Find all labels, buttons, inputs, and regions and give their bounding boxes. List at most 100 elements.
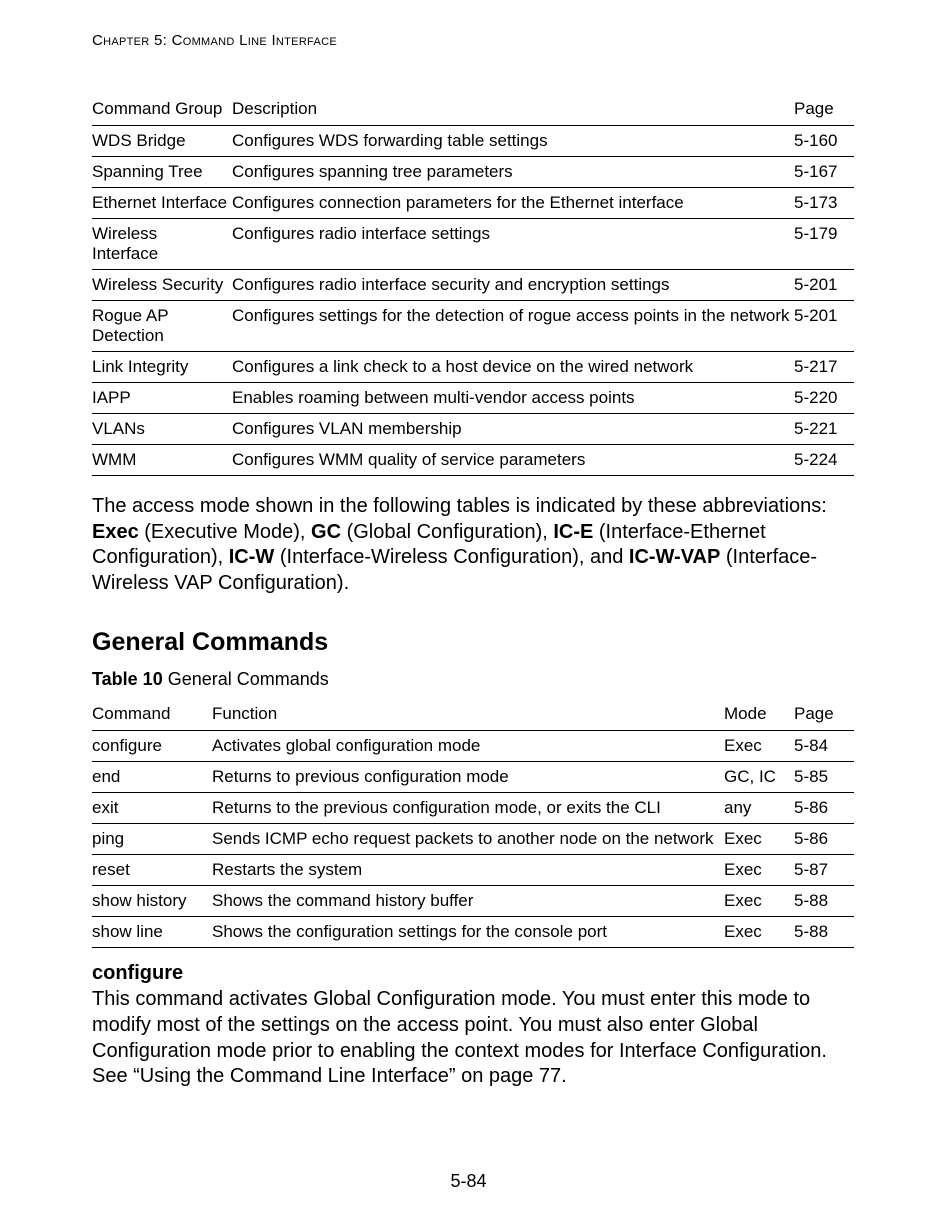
table-row: Ethernet InterfaceConfigures connection … (92, 188, 854, 219)
table-row: VLANsConfigures VLAN membership5-221 (92, 414, 854, 445)
cell-page: 5-201 (794, 301, 854, 352)
text: (Interface-Wireless Configuration), and (274, 546, 629, 568)
general-commands-table: Command Function Mode Page configureActi… (92, 700, 854, 947)
table-row: Rogue AP DetectionConfigures settings fo… (92, 301, 854, 352)
section-heading-general-commands: General Commands (92, 628, 854, 657)
table-row: exitReturns to the previous configuratio… (92, 793, 854, 824)
cell-function: Returns to the previous configuration mo… (212, 793, 724, 824)
cell-command: reset (92, 855, 212, 886)
command-group-table: Command Group Description Page WDS Bridg… (92, 95, 854, 475)
cell-page: 5-86 (794, 824, 854, 855)
cell-command-group: WMM (92, 445, 232, 476)
table-row: WMMConfigures WMM quality of service par… (92, 445, 854, 476)
cell-description: Configures spanning tree parameters (232, 157, 794, 188)
text: (Global Configuration), (341, 521, 553, 543)
cell-page: 5-220 (794, 383, 854, 414)
cell-function: Activates global configuration mode (212, 731, 724, 762)
subhead-configure: configure (92, 962, 854, 985)
table-row: WDS BridgeConfigures WDS forwarding tabl… (92, 126, 854, 157)
cell-mode: GC, IC (724, 762, 794, 793)
cell-mode: Exec (724, 824, 794, 855)
abbr-gc: GC (311, 521, 341, 543)
table-row: resetRestarts the systemExec5-87 (92, 855, 854, 886)
cell-command: show line (92, 917, 212, 948)
cell-command-group: WDS Bridge (92, 126, 232, 157)
cell-command-group: VLANs (92, 414, 232, 445)
caption-label: Table 10 (92, 669, 163, 689)
abbr-exec: Exec (92, 521, 139, 543)
access-mode-paragraph: The access mode shown in the following t… (92, 494, 854, 596)
table-row: Link IntegrityConfigures a link check to… (92, 352, 854, 383)
cell-description: Configures connection parameters for the… (232, 188, 794, 219)
cell-command-group: Wireless Security (92, 270, 232, 301)
cell-description: Configures radio interface security and … (232, 270, 794, 301)
cell-description: Configures radio interface settings (232, 219, 794, 270)
cell-function: Shows the configuration settings for the… (212, 917, 724, 948)
cell-mode: Exec (724, 886, 794, 917)
cell-command-group: Wireless Interface (92, 219, 232, 270)
table-rule (92, 947, 854, 948)
cell-page: 5-173 (794, 188, 854, 219)
table-rule (92, 475, 854, 476)
table-row: endReturns to previous configuration mod… (92, 762, 854, 793)
table-row: Wireless InterfaceConfigures radio inter… (92, 219, 854, 270)
table-row: configureActivates global configuration … (92, 731, 854, 762)
cell-description: Configures settings for the detection of… (232, 301, 794, 352)
cell-command-group: IAPP (92, 383, 232, 414)
cell-description: Enables roaming between multi-vendor acc… (232, 383, 794, 414)
cell-mode: Exec (724, 731, 794, 762)
cell-page: 5-88 (794, 886, 854, 917)
cell-function: Returns to previous configuration mode (212, 762, 724, 793)
cell-command: exit (92, 793, 212, 824)
th-function: Function (212, 700, 724, 731)
abbr-ic-e: IC-E (553, 521, 593, 543)
cell-function: Restarts the system (212, 855, 724, 886)
cell-page: 5-201 (794, 270, 854, 301)
table-row: IAPPEnables roaming between multi-vendor… (92, 383, 854, 414)
text: (Executive Mode), (139, 521, 311, 543)
configure-paragraph: This command activates Global Configurat… (92, 987, 854, 1089)
page-number: 5-84 (0, 1171, 937, 1192)
cell-page: 5-86 (794, 793, 854, 824)
cell-command-group: Link Integrity (92, 352, 232, 383)
cell-mode: Exec (724, 917, 794, 948)
cell-page: 5-85 (794, 762, 854, 793)
cell-function: Sends ICMP echo request packets to anoth… (212, 824, 724, 855)
cell-page: 5-84 (794, 731, 854, 762)
cell-command-group: Ethernet Interface (92, 188, 232, 219)
th-description: Description (232, 95, 794, 126)
cell-command: end (92, 762, 212, 793)
cell-page: 5-88 (794, 917, 854, 948)
cell-page: 5-160 (794, 126, 854, 157)
table-row: Wireless SecurityConfigures radio interf… (92, 270, 854, 301)
cell-command-group: Spanning Tree (92, 157, 232, 188)
cell-page: 5-221 (794, 414, 854, 445)
cell-description: Configures WDS forwarding table settings (232, 126, 794, 157)
table-row: pingSends ICMP echo request packets to a… (92, 824, 854, 855)
th-mode: Mode (724, 700, 794, 731)
cell-page: 5-179 (794, 219, 854, 270)
cell-mode: Exec (724, 855, 794, 886)
cell-description: Configures VLAN membership (232, 414, 794, 445)
th-page: Page (794, 95, 854, 126)
cell-page: 5-167 (794, 157, 854, 188)
text: The access mode shown in the following t… (92, 495, 827, 517)
cell-page: 5-224 (794, 445, 854, 476)
cell-command: show history (92, 886, 212, 917)
th-command-group: Command Group (92, 95, 232, 126)
cell-description: Configures WMM quality of service parame… (232, 445, 794, 476)
cell-command-group: Rogue AP Detection (92, 301, 232, 352)
cell-page: 5-87 (794, 855, 854, 886)
running-head: Chapter 5: Command Line Interface (92, 32, 854, 49)
table-row: Spanning TreeConfigures spanning tree pa… (92, 157, 854, 188)
table-row: show historyShows the command history bu… (92, 886, 854, 917)
table-row: show lineShows the configuration setting… (92, 917, 854, 948)
th-command: Command (92, 700, 212, 731)
cell-function: Shows the command history buffer (212, 886, 724, 917)
cell-mode: any (724, 793, 794, 824)
caption-title: General Commands (163, 669, 329, 689)
th-page: Page (794, 700, 854, 731)
cell-description: Configures a link check to a host device… (232, 352, 794, 383)
abbr-ic-w-vap: IC-W-VAP (629, 546, 720, 568)
cell-command: configure (92, 731, 212, 762)
